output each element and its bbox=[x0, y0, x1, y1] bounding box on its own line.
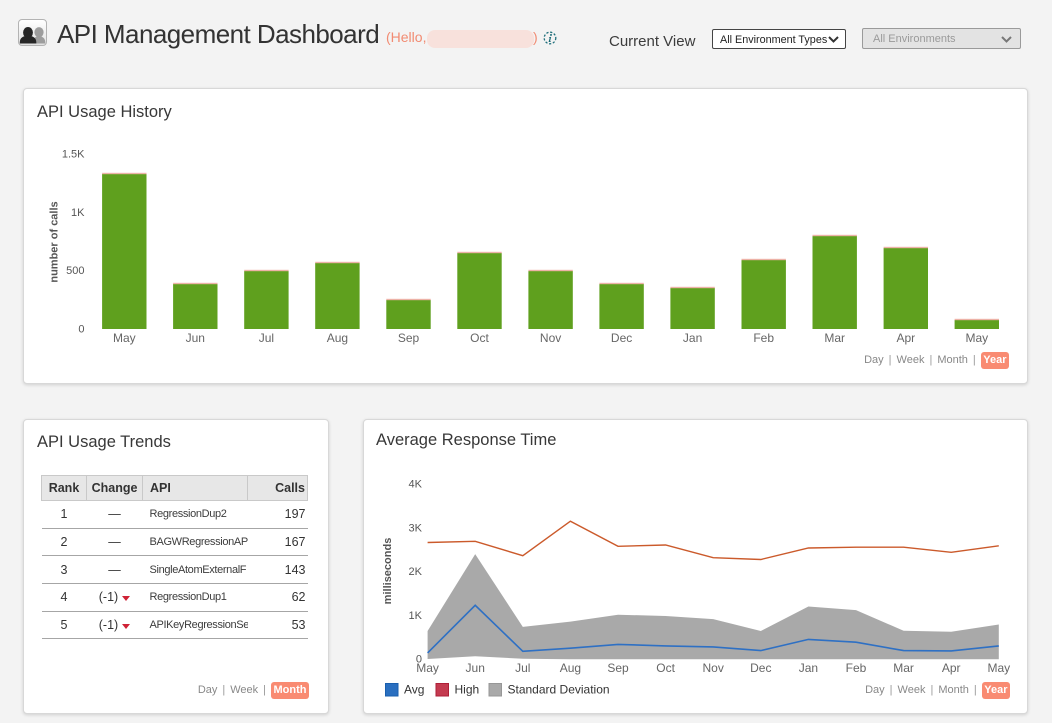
svg-text:Jul: Jul bbox=[259, 331, 274, 345]
svg-text:Dec: Dec bbox=[750, 661, 771, 675]
svg-text:Jan: Jan bbox=[683, 331, 702, 345]
svg-text:Nov: Nov bbox=[540, 331, 561, 345]
svg-text:Dec: Dec bbox=[611, 331, 632, 345]
svg-text:3K: 3K bbox=[409, 522, 423, 534]
svg-text:Jun: Jun bbox=[466, 661, 485, 675]
svg-text:number of calls: number of calls bbox=[49, 201, 61, 282]
svg-text:0: 0 bbox=[78, 324, 84, 336]
svg-text:1K: 1K bbox=[409, 610, 423, 622]
svg-text:Aug: Aug bbox=[560, 661, 581, 675]
svg-text:Jan: Jan bbox=[799, 661, 818, 675]
svg-text:milliseconds: milliseconds bbox=[382, 538, 394, 605]
svg-text:Sep: Sep bbox=[607, 661, 629, 675]
svg-text:Avg: Avg bbox=[404, 683, 424, 697]
svg-text:Standard Deviation: Standard Deviation bbox=[508, 683, 610, 697]
svg-text:High: High bbox=[455, 683, 480, 697]
svg-text:Aug: Aug bbox=[327, 331, 348, 345]
svg-text:May: May bbox=[113, 331, 136, 345]
svg-text:Apr: Apr bbox=[896, 331, 915, 345]
svg-text:May: May bbox=[965, 331, 988, 345]
svg-text:Mar: Mar bbox=[893, 661, 914, 675]
svg-text:1K: 1K bbox=[71, 207, 85, 219]
svg-text:Feb: Feb bbox=[753, 331, 774, 345]
svg-text:Oct: Oct bbox=[656, 661, 675, 675]
svg-text:Nov: Nov bbox=[703, 661, 724, 675]
svg-text:4K: 4K bbox=[409, 479, 423, 491]
svg-text:2K: 2K bbox=[409, 566, 423, 578]
svg-text:Jul: Jul bbox=[515, 661, 530, 675]
svg-text:May: May bbox=[987, 661, 1010, 675]
svg-text:Apr: Apr bbox=[942, 661, 961, 675]
svg-text:Jun: Jun bbox=[186, 331, 205, 345]
svg-text:Feb: Feb bbox=[846, 661, 867, 675]
svg-text:May: May bbox=[416, 661, 439, 675]
svg-text:Mar: Mar bbox=[824, 331, 845, 345]
svg-text:1.5K: 1.5K bbox=[62, 149, 85, 161]
svg-text:Sep: Sep bbox=[398, 331, 420, 345]
svg-text:Oct: Oct bbox=[470, 331, 489, 345]
svg-text:500: 500 bbox=[66, 265, 84, 277]
